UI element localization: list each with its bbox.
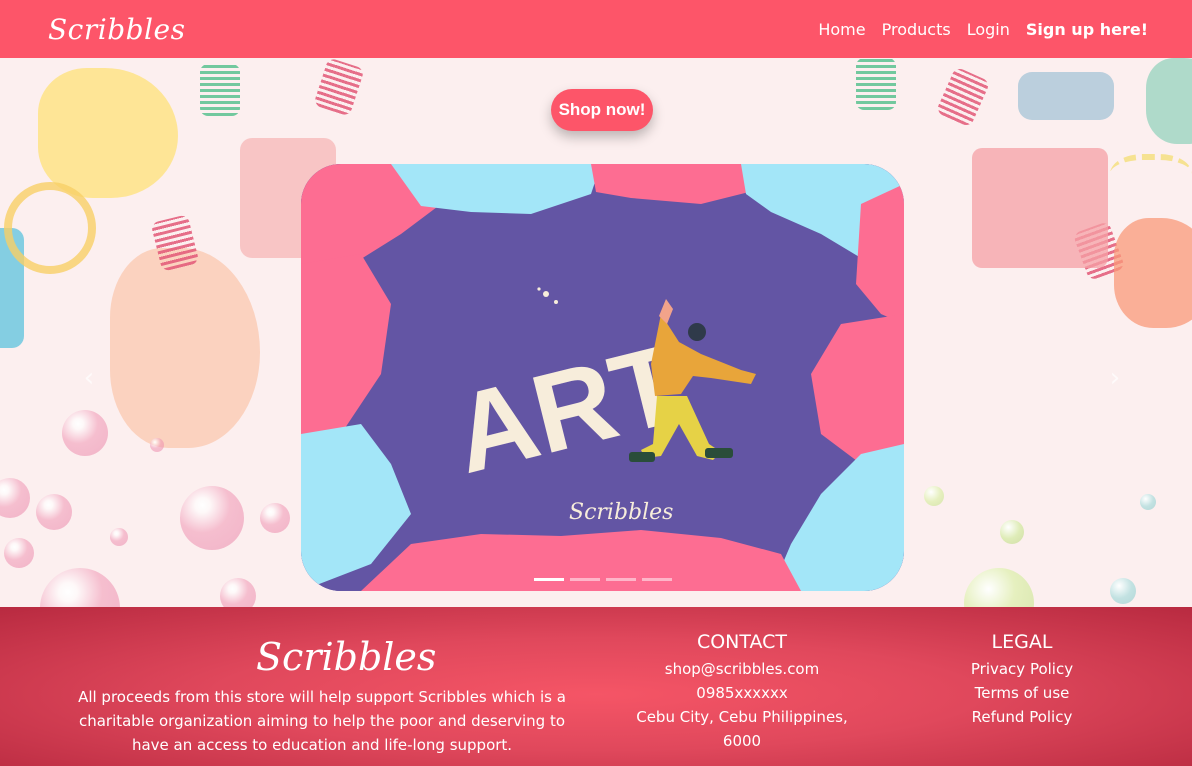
footer-about-text: All proceeds from this store will help s… bbox=[78, 688, 566, 754]
contact-phone: 0985xxxxxx bbox=[696, 684, 788, 702]
bg-bubble bbox=[924, 486, 944, 506]
bg-blue-grey-blob bbox=[1018, 72, 1114, 120]
bg-green-chip bbox=[200, 64, 240, 116]
nav-products[interactable]: Products bbox=[882, 20, 951, 39]
nav-login[interactable]: Login bbox=[967, 20, 1010, 39]
carousel-indicator[interactable] bbox=[605, 578, 636, 581]
bg-bubble bbox=[964, 568, 1034, 607]
bg-stripe-chip bbox=[313, 58, 365, 117]
bg-green-chip bbox=[856, 58, 896, 110]
footer-contact: CONTACT shop@scribbles.com 0985xxxxxx Ce… bbox=[622, 631, 862, 753]
footer: Scribbles All proceeds from this store w… bbox=[0, 607, 1192, 766]
navbar: Scribbles Home Products Login Sign up he… bbox=[0, 0, 1192, 58]
footer-brand-logo: Scribbles bbox=[256, 635, 437, 679]
art-slide-image: ART Scribbles bbox=[301, 164, 904, 591]
nav-links: Home Products Login Sign up here! bbox=[818, 20, 1148, 39]
bg-orange-blob bbox=[1114, 218, 1192, 328]
bg-yellow-swirl bbox=[4, 182, 96, 274]
bg-bubble bbox=[1140, 494, 1156, 510]
bg-pink-square bbox=[972, 148, 1108, 268]
bg-bubble bbox=[180, 486, 244, 550]
hero-section: Shop now! ‹ › ART Scribbles bbox=[0, 58, 1192, 607]
bg-bubble bbox=[260, 503, 290, 533]
bg-peach-blob bbox=[110, 248, 260, 448]
contact-heading: CONTACT bbox=[696, 631, 788, 653]
slide-brand-text: Scribbles bbox=[569, 500, 673, 525]
bg-bubble bbox=[110, 528, 128, 546]
bg-bubble bbox=[1000, 520, 1024, 544]
carousel-next-icon[interactable]: › bbox=[1100, 358, 1130, 398]
bg-stripe-chip bbox=[935, 66, 991, 128]
brand-logo[interactable]: Scribbles bbox=[48, 13, 185, 46]
bg-yellow-wave bbox=[1110, 154, 1192, 204]
bg-bubble bbox=[36, 494, 72, 530]
bg-yellow-blob bbox=[38, 68, 178, 198]
legal-heading: LEGAL bbox=[991, 631, 1053, 653]
bg-bubble bbox=[40, 568, 120, 607]
footer-legal: LEGAL Privacy Policy Terms of use Refund… bbox=[952, 631, 1092, 729]
hero-carousel: ART Scribbles bbox=[301, 164, 904, 591]
nav-signup[interactable]: Sign up here! bbox=[1026, 20, 1148, 39]
nav-home[interactable]: Home bbox=[818, 20, 865, 39]
bg-bubble bbox=[150, 438, 164, 452]
carousel-indicator[interactable] bbox=[641, 578, 672, 581]
terms-of-use-link[interactable]: Terms of use bbox=[952, 681, 1092, 705]
contact-address: Cebu City, Cebu Philippines, 6000 bbox=[636, 708, 848, 750]
bg-teal-blob bbox=[1146, 58, 1192, 144]
bg-bubble bbox=[220, 578, 256, 607]
bg-bubble bbox=[1110, 578, 1136, 604]
privacy-policy-link[interactable]: Privacy Policy bbox=[952, 657, 1092, 681]
carousel-indicator[interactable] bbox=[533, 578, 564, 581]
carousel-prev-icon[interactable]: ‹ bbox=[74, 358, 104, 398]
bg-bubble bbox=[0, 478, 30, 518]
carousel-indicators bbox=[301, 578, 904, 581]
bg-bubble bbox=[4, 538, 34, 568]
refund-policy-link[interactable]: Refund Policy bbox=[952, 705, 1092, 729]
carousel-indicator[interactable] bbox=[569, 578, 600, 581]
contact-email[interactable]: shop@scribbles.com bbox=[622, 657, 862, 681]
shop-now-button[interactable]: Shop now! bbox=[551, 89, 653, 131]
bg-bubble bbox=[62, 410, 108, 456]
